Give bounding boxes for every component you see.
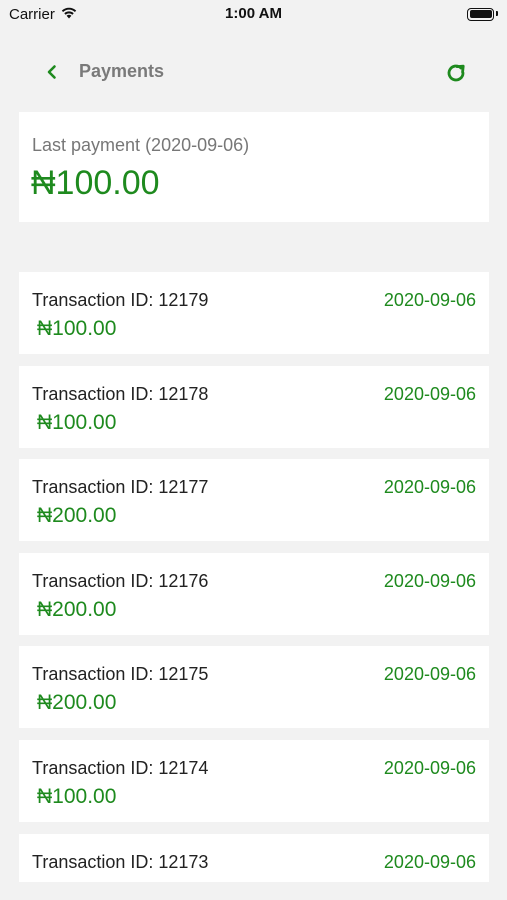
transaction-amount: ₦200.00 (37, 691, 117, 714)
transaction-row[interactable]: Transaction ID: 12177 2020-09-06 ₦200.00 (19, 459, 489, 541)
transaction-amount: ₦200.00 (37, 504, 117, 527)
battery-icon (467, 7, 498, 21)
status-time: 1:00 AM (225, 5, 282, 22)
transaction-date: 2020-09-06 (383, 477, 476, 497)
transaction-row[interactable]: Transaction ID: 12173 2020-09-06 (19, 834, 489, 882)
transaction-amount: ₦200.00 (37, 598, 117, 621)
transaction-amount: ₦100.00 (37, 317, 117, 340)
transaction-date: 2020-09-06 (383, 852, 476, 872)
transaction-row[interactable]: Transaction ID: 12179 2020-09-06 ₦100.00 (19, 272, 489, 354)
page-title: Payments (79, 61, 165, 81)
payments-screen: Carrier 1:00 AM Payments Last payment (2… (0, 0, 507, 900)
transaction-date: 2020-09-06 (383, 758, 476, 778)
transaction-id: Transaction ID: 12176 (32, 571, 209, 591)
transaction-amount: ₦100.00 (37, 411, 117, 434)
last-payment-label: Last payment (2020-09-06) (32, 135, 250, 155)
transaction-id: Transaction ID: 12175 (32, 664, 209, 684)
transaction-row[interactable]: Transaction ID: 12178 2020-09-06 ₦100.00 (19, 366, 489, 448)
transaction-date: 2020-09-06 (383, 384, 476, 404)
transaction-id: Transaction ID: 12179 (32, 290, 209, 310)
transaction-row[interactable]: Transaction ID: 12175 2020-09-06 ₦200.00 (19, 646, 489, 728)
back-button[interactable] (40, 60, 64, 84)
transaction-date: 2020-09-06 (383, 664, 476, 684)
transaction-date: 2020-09-06 (383, 290, 476, 310)
status-bar: Carrier 1:00 AM (0, 0, 507, 28)
nav-bar: Payments (0, 50, 507, 94)
refresh-icon (447, 64, 465, 82)
refresh-button[interactable] (442, 59, 470, 87)
last-payment-amount: ₦100.00 (31, 164, 160, 202)
last-payment-card: Last payment (2020-09-06) ₦100.00 (19, 112, 489, 222)
chevron-left-icon (47, 65, 56, 79)
transaction-date: 2020-09-06 (383, 571, 476, 591)
transaction-amount: ₦100.00 (37, 785, 117, 808)
transaction-id: Transaction ID: 12174 (32, 758, 209, 778)
transaction-id: Transaction ID: 12177 (32, 477, 209, 497)
transaction-id: Transaction ID: 12178 (32, 384, 209, 404)
transaction-row[interactable]: Transaction ID: 12174 2020-09-06 ₦100.00 (19, 740, 489, 822)
transaction-id: Transaction ID: 12173 (32, 852, 209, 872)
transaction-row[interactable]: Transaction ID: 12176 2020-09-06 ₦200.00 (19, 553, 489, 635)
